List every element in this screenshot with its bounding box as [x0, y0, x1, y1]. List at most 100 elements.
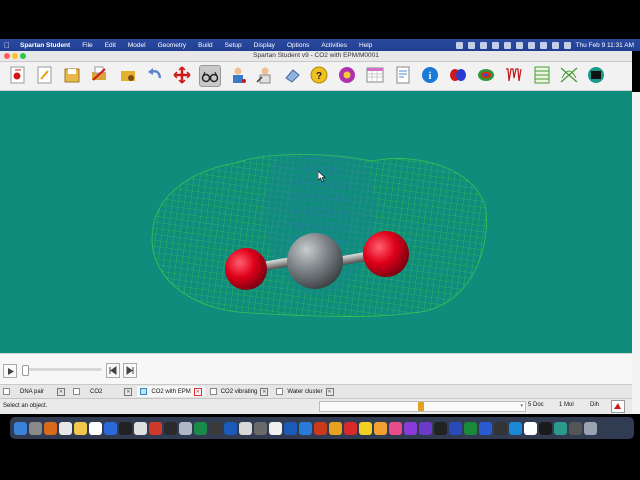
print-icon[interactable] [89, 65, 109, 85]
edit-icon[interactable] [35, 65, 55, 85]
app-icon-26[interactable] [389, 421, 402, 435]
settings-icon[interactable] [29, 421, 42, 435]
app-icon-17[interactable] [254, 421, 267, 435]
menu-app-name[interactable]: Spartan Student [14, 42, 76, 49]
spartan-icon[interactable] [554, 421, 567, 435]
menu-model[interactable]: Model [122, 42, 152, 49]
carbon-atom[interactable] [287, 233, 343, 289]
app-icon-12[interactable] [179, 421, 192, 435]
tab-checkbox[interactable] [209, 388, 217, 395]
tab-co2[interactable]: CO2 ✕ [70, 386, 135, 397]
eraser-icon[interactable] [282, 65, 302, 85]
apple-icon[interactable]:  [0, 41, 14, 50]
translate-icon[interactable] [172, 65, 192, 85]
app-icon-16[interactable] [239, 421, 252, 435]
app-icon-30[interactable] [449, 421, 462, 435]
dropbox-icon[interactable] [467, 41, 475, 49]
orbital-icon[interactable] [448, 65, 468, 85]
oxygen-atom-left[interactable] [225, 248, 267, 290]
menu-options[interactable]: Options [281, 42, 315, 49]
spectrum-icon[interactable] [504, 65, 524, 85]
trash-icon[interactable] [584, 421, 597, 435]
tab-close-icon[interactable]: ✕ [57, 387, 66, 396]
control-center-icon[interactable] [551, 41, 559, 49]
app-icon-35[interactable] [524, 421, 537, 435]
spreadsheet-icon[interactable] [365, 65, 385, 85]
density-surface-icon[interactable] [476, 65, 496, 85]
oxygen-atom-right[interactable] [363, 231, 409, 277]
terminal-icon[interactable] [586, 65, 606, 85]
table-icon[interactable] [532, 65, 552, 85]
menu-edit[interactable]: Edit [99, 42, 122, 49]
play-button[interactable] [3, 364, 17, 378]
document-icon[interactable] [393, 65, 413, 85]
save-icon[interactable] [62, 65, 82, 85]
app-icon-24[interactable] [359, 421, 372, 435]
github-icon[interactable] [434, 421, 447, 435]
firefox-icon[interactable] [149, 421, 162, 435]
menu-display[interactable]: Display [248, 42, 281, 49]
menu-activities[interactable]: Activities [315, 42, 353, 49]
battery-icon[interactable] [527, 41, 535, 49]
help-question-icon[interactable]: ? [309, 65, 329, 85]
info-icon[interactable]: i [420, 65, 440, 85]
preview-icon[interactable] [134, 421, 147, 435]
calendar-icon[interactable] [89, 421, 102, 435]
terminal-app-icon[interactable] [119, 421, 132, 435]
tab-checkbox[interactable] [73, 388, 81, 395]
molecule-viewport[interactable] [0, 91, 632, 353]
tab-close-icon[interactable]: ✕ [193, 387, 202, 396]
status-icon-3[interactable] [479, 41, 487, 49]
frame-slider-handle[interactable] [22, 365, 29, 376]
menu-setup[interactable]: Setup [219, 42, 248, 49]
app-icon-19[interactable] [284, 421, 297, 435]
app-icon-23[interactable] [344, 421, 357, 435]
expert-person-icon[interactable] [255, 65, 275, 85]
app-icon-20[interactable] [299, 421, 312, 435]
app-icon-38[interactable] [569, 421, 582, 435]
status-icon-6[interactable] [515, 41, 523, 49]
frame-slider[interactable] [22, 365, 102, 376]
shield-icon[interactable] [503, 41, 511, 49]
build-person-icon[interactable] [228, 65, 248, 85]
graph-icon[interactable] [559, 65, 579, 85]
skype-icon[interactable] [509, 421, 522, 435]
wifi-icon[interactable] [539, 41, 547, 49]
app-icon-28[interactable] [419, 421, 432, 435]
open-folder-icon[interactable] [118, 65, 138, 85]
step-forward-button[interactable] [123, 363, 137, 378]
tab-water-cluster[interactable]: Water cluster ✕ [273, 386, 336, 397]
tab-checkbox[interactable] [3, 388, 10, 395]
app-icon-15[interactable] [224, 421, 237, 435]
app-icon-13[interactable] [194, 421, 207, 435]
menu-file[interactable]: File [76, 42, 98, 49]
app-icon-18[interactable] [269, 421, 282, 435]
menubar-clock[interactable]: Thu Feb 9 11:31 AM [576, 42, 634, 49]
menu-build[interactable]: Build [192, 42, 218, 49]
excel-icon[interactable] [464, 421, 477, 435]
new-molecule-icon[interactable] [8, 65, 28, 85]
tab-co2-with-epm[interactable]: CO2 with EPM ✕ [137, 386, 205, 397]
tab-checkbox[interactable] [140, 388, 148, 395]
app-icon-25[interactable] [374, 421, 387, 435]
word-icon[interactable] [479, 421, 492, 435]
tab-close-icon[interactable]: ✕ [260, 387, 269, 396]
status-icon-1[interactable] [455, 41, 463, 49]
tab-dna-pair[interactable]: DNA pair ✕ [0, 386, 68, 397]
menu-help[interactable]: Help [353, 42, 378, 49]
app-store-icon[interactable] [104, 421, 117, 435]
menu-geometry[interactable]: Geometry [152, 42, 193, 49]
tab-close-icon[interactable]: ✕ [325, 387, 334, 396]
music-icon[interactable] [164, 421, 177, 435]
step-back-button[interactable] [106, 363, 120, 378]
app-icon-22[interactable] [329, 421, 342, 435]
notes-icon[interactable] [59, 421, 72, 435]
finder-icon[interactable] [14, 421, 27, 435]
stop-button[interactable] [611, 400, 625, 413]
glasses-view-icon[interactable] [199, 65, 221, 87]
launchpad-icon[interactable] [44, 421, 57, 435]
tab-close-icon[interactable]: ✕ [124, 387, 133, 396]
stickies-icon[interactable] [74, 421, 87, 435]
ring-icon[interactable] [337, 65, 357, 85]
app-icon-36[interactable] [539, 421, 552, 435]
